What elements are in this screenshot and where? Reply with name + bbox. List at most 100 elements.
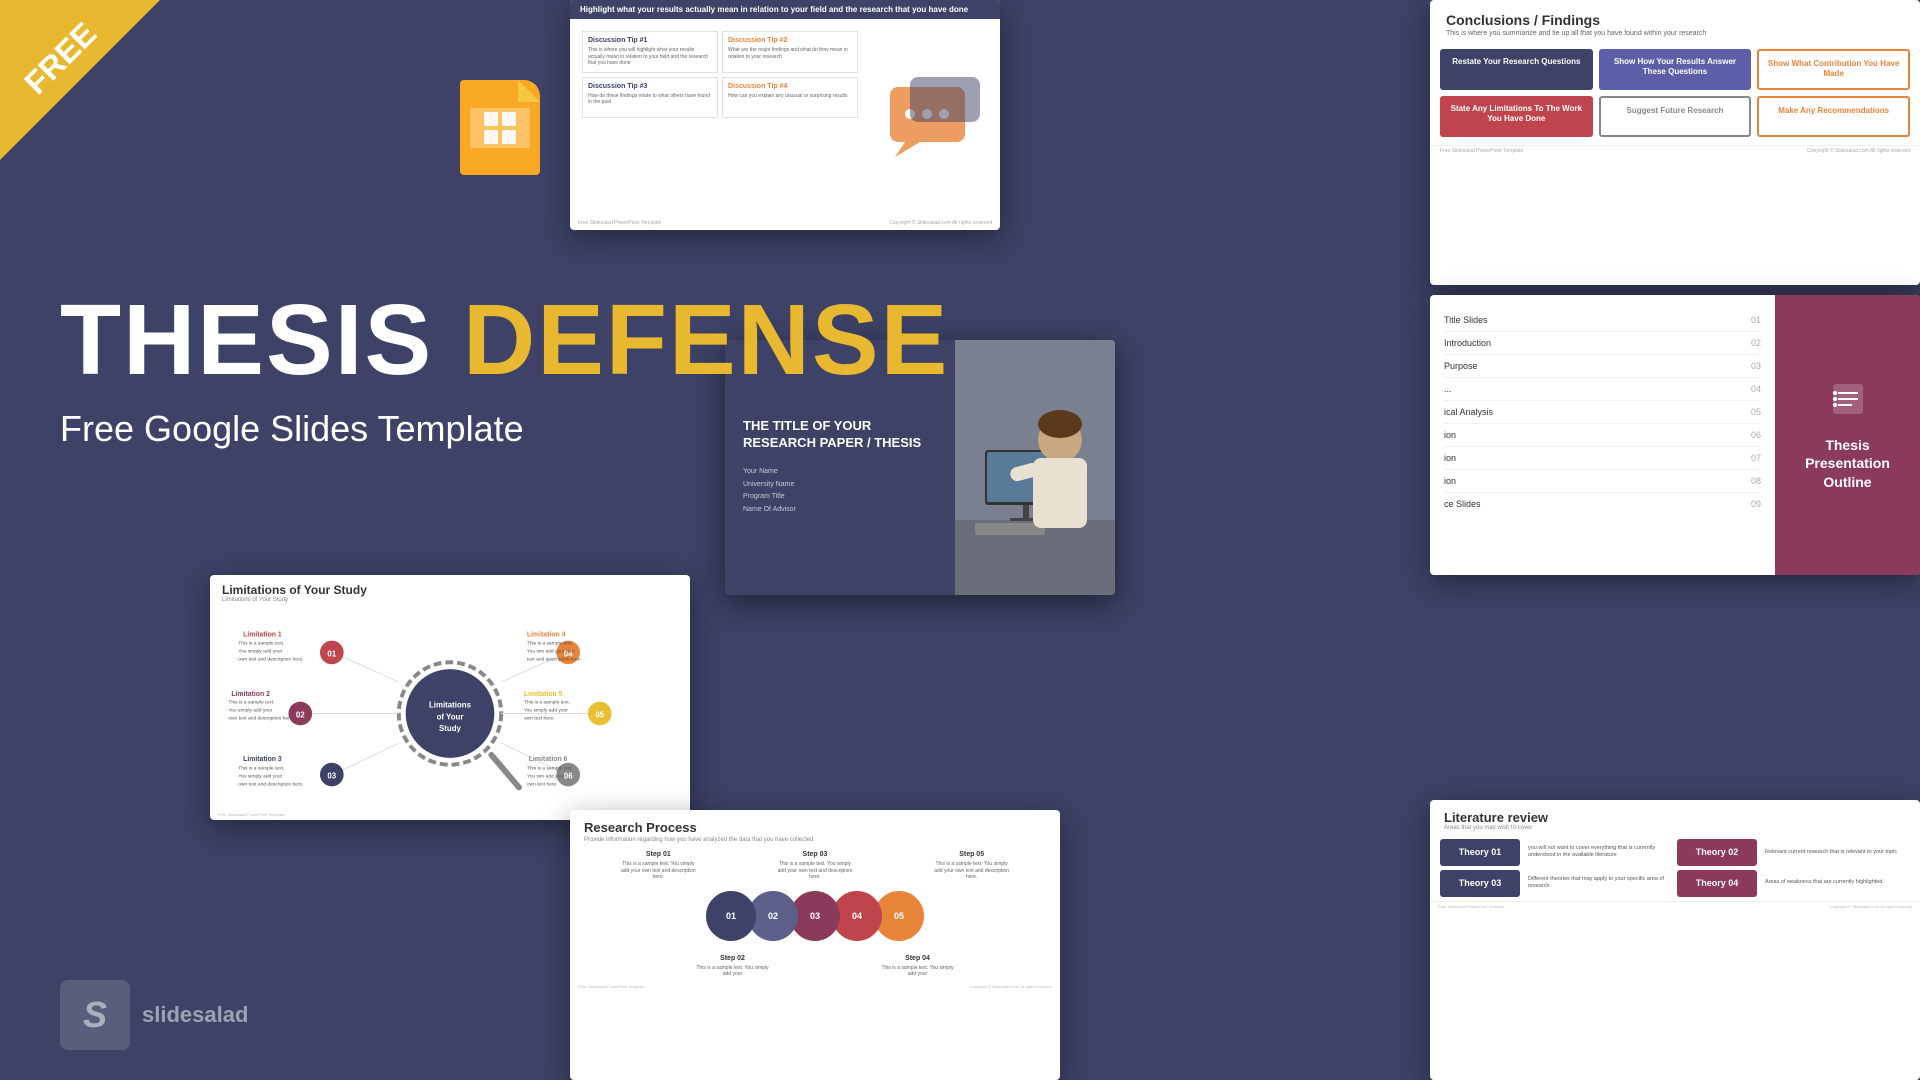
svg-text:02: 02 [296, 710, 305, 719]
slide-discussion: Highlight what your results actually mea… [570, 0, 1000, 230]
res-step-01: Step 01 This is a sample text. You simpl… [618, 851, 698, 881]
slide-conclusions: Conclusions / Findings This is where you… [1430, 0, 1920, 285]
tip3-body: How do these findings relate to what oth… [588, 93, 712, 106]
svg-text:own text and description here.: own text and description here. [238, 656, 303, 662]
toc-num-6: 06 [1751, 430, 1761, 440]
watermark-logo: S [60, 980, 130, 1050]
step04-body: This is a sample text. You simply add yo… [878, 965, 958, 978]
res-circles: 01 02 03 04 05 [570, 885, 1060, 947]
lit-title: Literature review [1444, 810, 1906, 825]
lim-subtitle: Limitations of Your Study [222, 597, 678, 603]
slide-limitations: Limitations of Your Study Limitations of… [210, 575, 690, 820]
theory-box-02: Theory 02 [1677, 839, 1757, 866]
person-at-computer-illustration [955, 340, 1115, 595]
concl-box-3: Show What Contribution You Have Made [1757, 49, 1910, 90]
concl-grid: Restate Your Research Questions Show How… [1430, 41, 1920, 145]
res-step-04: Step 04 This is a sample text. You simpl… [878, 955, 958, 978]
toc-right: Thesis Presentation Outline [1775, 295, 1920, 575]
theory-02-desc: Relevant current research that is releva… [1761, 839, 1910, 866]
step05-body: This is a sample text. You simply add yo… [932, 861, 1012, 881]
toc-num-1: 01 [1751, 315, 1761, 325]
res-subtitle: Provide information regarding how you ha… [584, 837, 1046, 843]
svg-text:own text here.: own text here. [527, 781, 558, 787]
svg-text:This is a sample text.: This is a sample text. [238, 766, 284, 772]
res-top-steps: Step 01 This is a sample text. You simpl… [570, 847, 1060, 885]
disc-tips: Discussion Tip #1 This is where you will… [570, 19, 870, 224]
toc-label-5: ical Analysis [1444, 407, 1493, 417]
svg-text:Limitation 6: Limitation 6 [529, 756, 568, 763]
theory-04-label: Theory 04 [1696, 878, 1739, 889]
concl-box-1: Restate Your Research Questions [1440, 49, 1593, 90]
svg-text:own text and description here.: own text and description here. [228, 715, 293, 721]
concl-header: Conclusions / Findings This is where you… [1430, 0, 1920, 41]
toc-num-5: 05 [1751, 407, 1761, 417]
main-title-area: THESIS DEFENSE Free Google Slides Templa… [60, 290, 949, 450]
svg-text:Limitation 4: Limitation 4 [527, 632, 566, 639]
toc-item-5: ical Analysis 05 [1444, 401, 1761, 424]
watermark: S slidesalad [60, 980, 248, 1050]
svg-text:text and description here.: text and description here. [527, 656, 582, 662]
lit-header: Literature review Areas that you may wis… [1430, 800, 1920, 835]
toc-label-1: Title Slides [1444, 315, 1488, 325]
toc-item-7: ion 07 [1444, 447, 1761, 470]
subtitle-rest: Google Slides Template [144, 408, 524, 449]
lim-diagram: Limitations of Your Study 01 02 03 04 [210, 611, 690, 816]
google-slides-icon [460, 80, 540, 175]
tip1-title: Discussion Tip #1 [588, 37, 712, 44]
res-footer-right: Copyright © Slidesalad.com All rights re… [970, 984, 1052, 989]
toc-item-1: Title Slides 01 [1444, 309, 1761, 332]
step01-body: This is a sample text. You simply add yo… [618, 861, 698, 881]
lit-subtitle: Areas that you may wish to cover [1444, 825, 1906, 831]
toc-checklist-icon [1828, 379, 1868, 426]
lit-footer: Free Slidesalad PowerPoint Template Copy… [1430, 901, 1920, 911]
toc-item-4: ... 04 [1444, 378, 1761, 401]
res-step-02: Step 02 This is a sample text. You simpl… [693, 955, 773, 978]
toc-label-3: Purpose [1444, 361, 1478, 371]
limitations-diagram: Limitations of Your Study 01 02 03 04 [222, 615, 678, 812]
concl-box-4: State Any Limitations To The Work You Ha… [1440, 96, 1593, 137]
tip4-body: How can you explain any unusual or surpr… [728, 93, 852, 100]
svg-text:Limitation 2: Limitation 2 [231, 691, 270, 698]
title-thesis: THESIS [60, 284, 433, 396]
your-name: Your Name [743, 466, 937, 479]
slide-research: Research Process Provide information reg… [570, 810, 1060, 1080]
res-bottom-steps: Step 02 This is a sample text. You simpl… [570, 951, 1060, 982]
watermark-brand: slidesalad [142, 1002, 248, 1028]
theory-01-label: Theory 01 [1459, 847, 1502, 858]
theory-box-01: Theory 01 [1440, 839, 1520, 866]
disc-tip-4: Discussion Tip #4 How can you explain an… [722, 77, 858, 119]
lim-title: Limitations of Your Study [222, 583, 678, 597]
theory-03-label: Theory 03 [1459, 878, 1502, 889]
chat-bubble-icon [885, 77, 985, 167]
disc-tip-1: Discussion Tip #1 This is where you will… [582, 31, 718, 73]
theory-box-04: Theory 04 [1677, 870, 1757, 897]
disc-icon-area [870, 19, 1000, 224]
concl-footer-right: Copyright © Slidesalad.com All rights re… [1807, 148, 1910, 154]
lit-footer-left: Free Slidesalad PowerPoint Template [1438, 904, 1505, 909]
toc-item-3: Purpose 03 [1444, 355, 1761, 378]
step05-title: Step 05 [932, 851, 1012, 858]
disc-footer-right: Copyright © Slidesalad.com All rights re… [889, 220, 992, 226]
svg-text:This is a sample text.: This is a sample text. [238, 641, 284, 647]
university-name: University Name [743, 479, 937, 492]
tip3-title: Discussion Tip #3 [588, 83, 712, 90]
svg-text:You simply add your: You simply add your [238, 774, 282, 780]
toc-num-9: 09 [1751, 499, 1761, 509]
step02-body: This is a sample text. You simply add yo… [693, 965, 773, 978]
res-step-05: Step 05 This is a sample text. You simpl… [932, 851, 1012, 881]
toc-label-4: ... [1444, 384, 1452, 394]
svg-text:own text here.: own text here. [524, 715, 555, 721]
svg-text:This is a sample text.: This is a sample text. [527, 766, 573, 772]
title-slide-photo [955, 340, 1115, 595]
svg-text:You sim add your: You sim add your [527, 774, 565, 780]
slide-toc: Title Slides 01 Introduction 02 Purpose … [1430, 295, 1920, 575]
svg-text:You simply add your: You simply add your [228, 708, 272, 714]
concl-box-2: Show How Your Results Answer These Quest… [1599, 49, 1752, 90]
svg-text:You sim add your own: You sim add your own [527, 648, 575, 654]
lit-footer-right: Copyright © Slidesalad.com All rights re… [1830, 904, 1912, 909]
svg-text:Limitation 3: Limitation 3 [243, 756, 282, 763]
svg-text:Limitation 1: Limitation 1 [243, 632, 282, 639]
thesis-info: Your Name University Name Program Title … [743, 466, 937, 516]
toc-item-2: Introduction 02 [1444, 332, 1761, 355]
res-footer: Free Slidesalad PowerPoint Template Copy… [570, 982, 1060, 991]
